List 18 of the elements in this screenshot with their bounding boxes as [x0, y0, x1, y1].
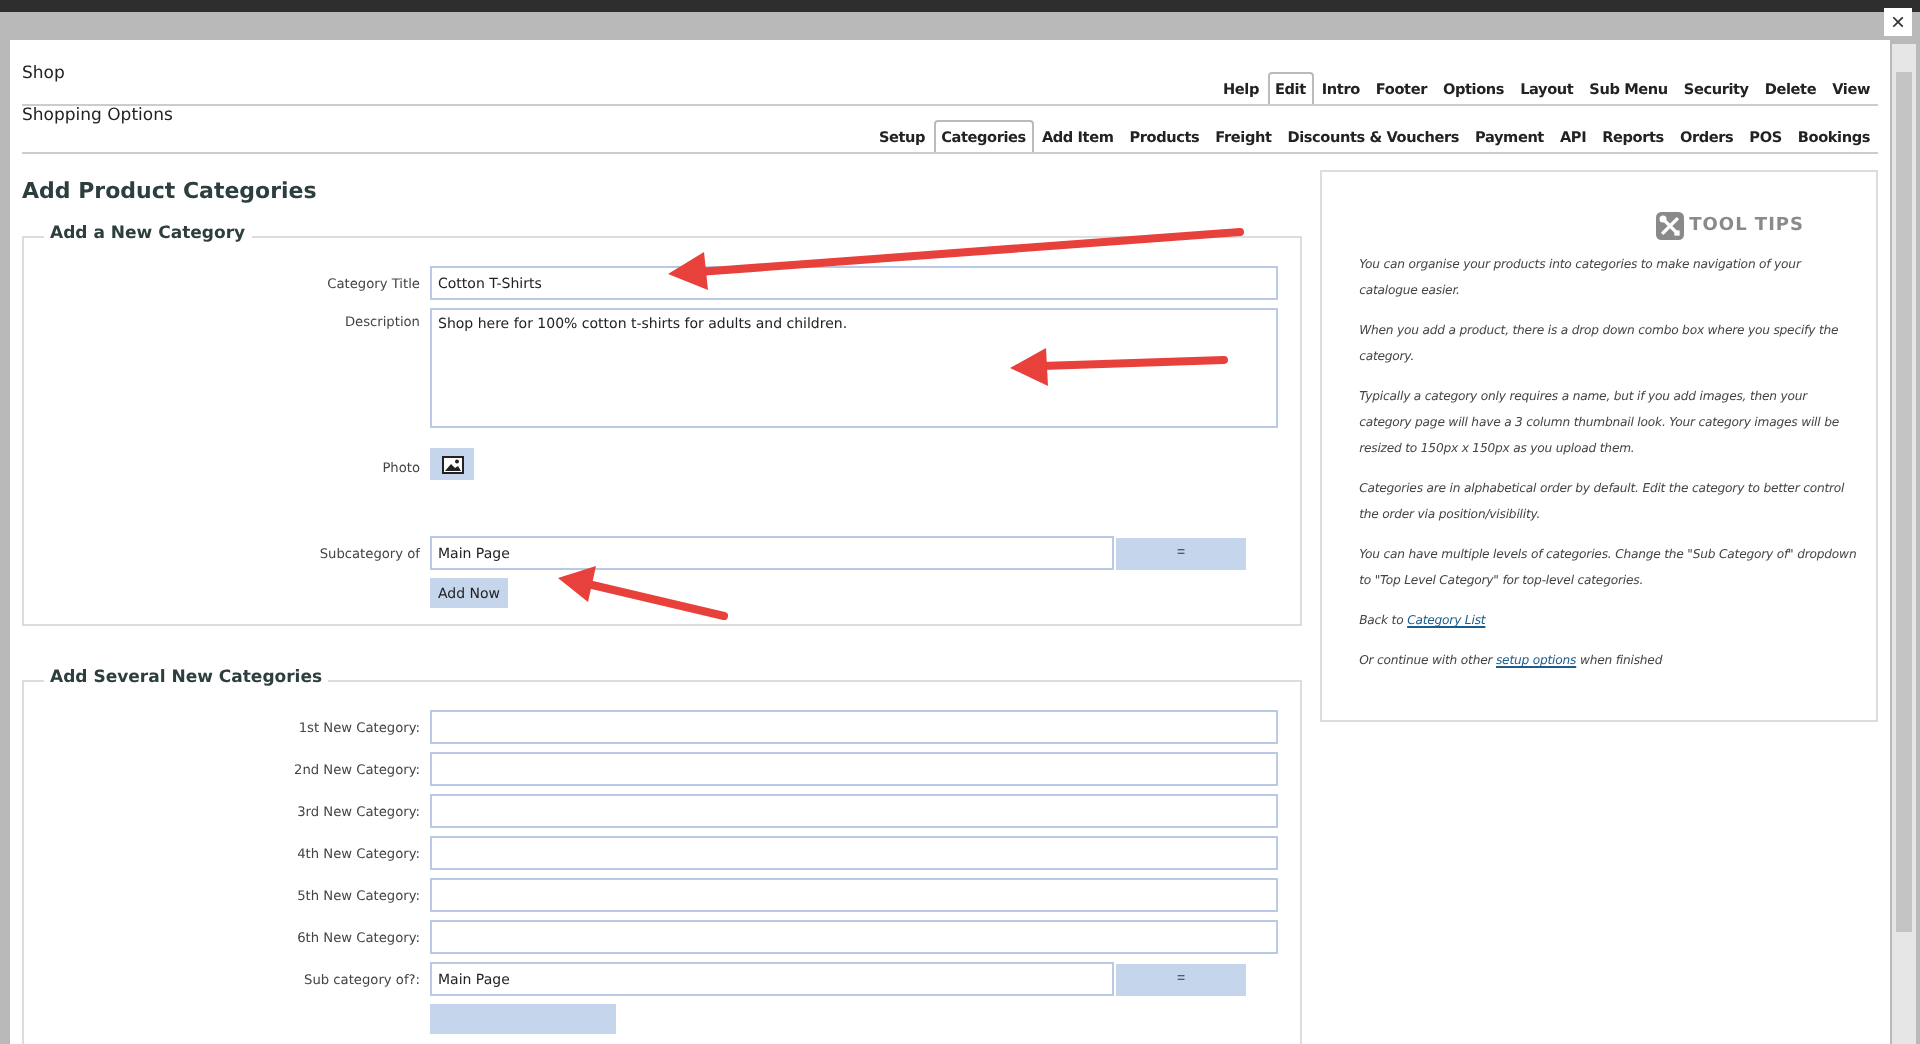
scrollbar[interactable]: [1892, 44, 1916, 1044]
category-input[interactable]: [430, 920, 1278, 954]
section-heading: Shopping Options: [22, 106, 173, 126]
tools-icon: [1655, 212, 1684, 240]
category-input[interactable]: [430, 878, 1278, 912]
category-input[interactable]: [430, 836, 1278, 870]
panel-legend: Add a New Category: [44, 224, 252, 244]
close-button[interactable]: ×: [1884, 8, 1912, 36]
page-heading: Shop: [22, 64, 65, 84]
category-input[interactable]: [430, 710, 1278, 744]
panel-legend: Add Several New Categories: [44, 668, 329, 688]
photo-button[interactable]: [430, 448, 474, 480]
image-icon: [441, 455, 463, 473]
add-categories-button[interactable]: [430, 1004, 616, 1034]
page-title: Add Product Categories: [22, 178, 319, 204]
tool-tips-heading: TOOL TIPS: [1689, 213, 1804, 239]
category-input[interactable]: [430, 752, 1278, 786]
category-input[interactable]: [430, 794, 1278, 828]
